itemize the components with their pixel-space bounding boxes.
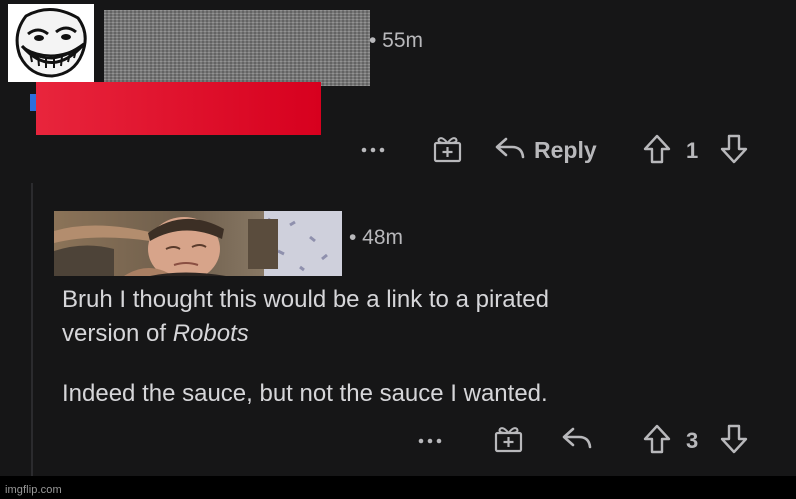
comment-body-text: version of <box>62 320 173 347</box>
redacted-comment-body <box>36 82 321 135</box>
reply-icon[interactable] <box>494 135 526 161</box>
upvote-icon[interactable] <box>642 423 672 455</box>
timestamp: • 55m <box>369 29 424 52</box>
timestamp: • 48m <box>349 226 404 249</box>
vote-count: 1 <box>686 138 699 163</box>
reply-icon[interactable] <box>561 425 593 451</box>
comment-body-line: Indeed the sauce, but not the sauce I wa… <box>62 380 548 407</box>
reply-button[interactable]: Reply <box>534 137 597 164</box>
comment-body-italic: Robots <box>172 320 249 347</box>
award-icon[interactable] <box>494 424 524 454</box>
vote-count: 3 <box>686 428 699 453</box>
comment-body-line: Bruh I thought this would be a link to a… <box>62 286 549 313</box>
comment-thread: • 55m Reply 1 • 48m Bruh I thought this … <box>0 0 796 476</box>
comment-body-line: version of Robots <box>62 317 249 351</box>
upvote-icon[interactable] <box>642 133 672 165</box>
more-icon[interactable] <box>360 138 386 160</box>
redacted-username <box>104 10 370 86</box>
award-icon[interactable] <box>433 134 463 164</box>
watermark: imgflip.com <box>5 484 62 496</box>
troll-face-icon <box>8 4 94 82</box>
thread-line[interactable] <box>31 183 33 476</box>
avatar-photo <box>54 211 342 276</box>
downvote-icon[interactable] <box>719 423 749 455</box>
downvote-icon[interactable] <box>719 133 749 165</box>
more-icon[interactable] <box>417 429 443 451</box>
watermark-strip <box>0 476 796 499</box>
